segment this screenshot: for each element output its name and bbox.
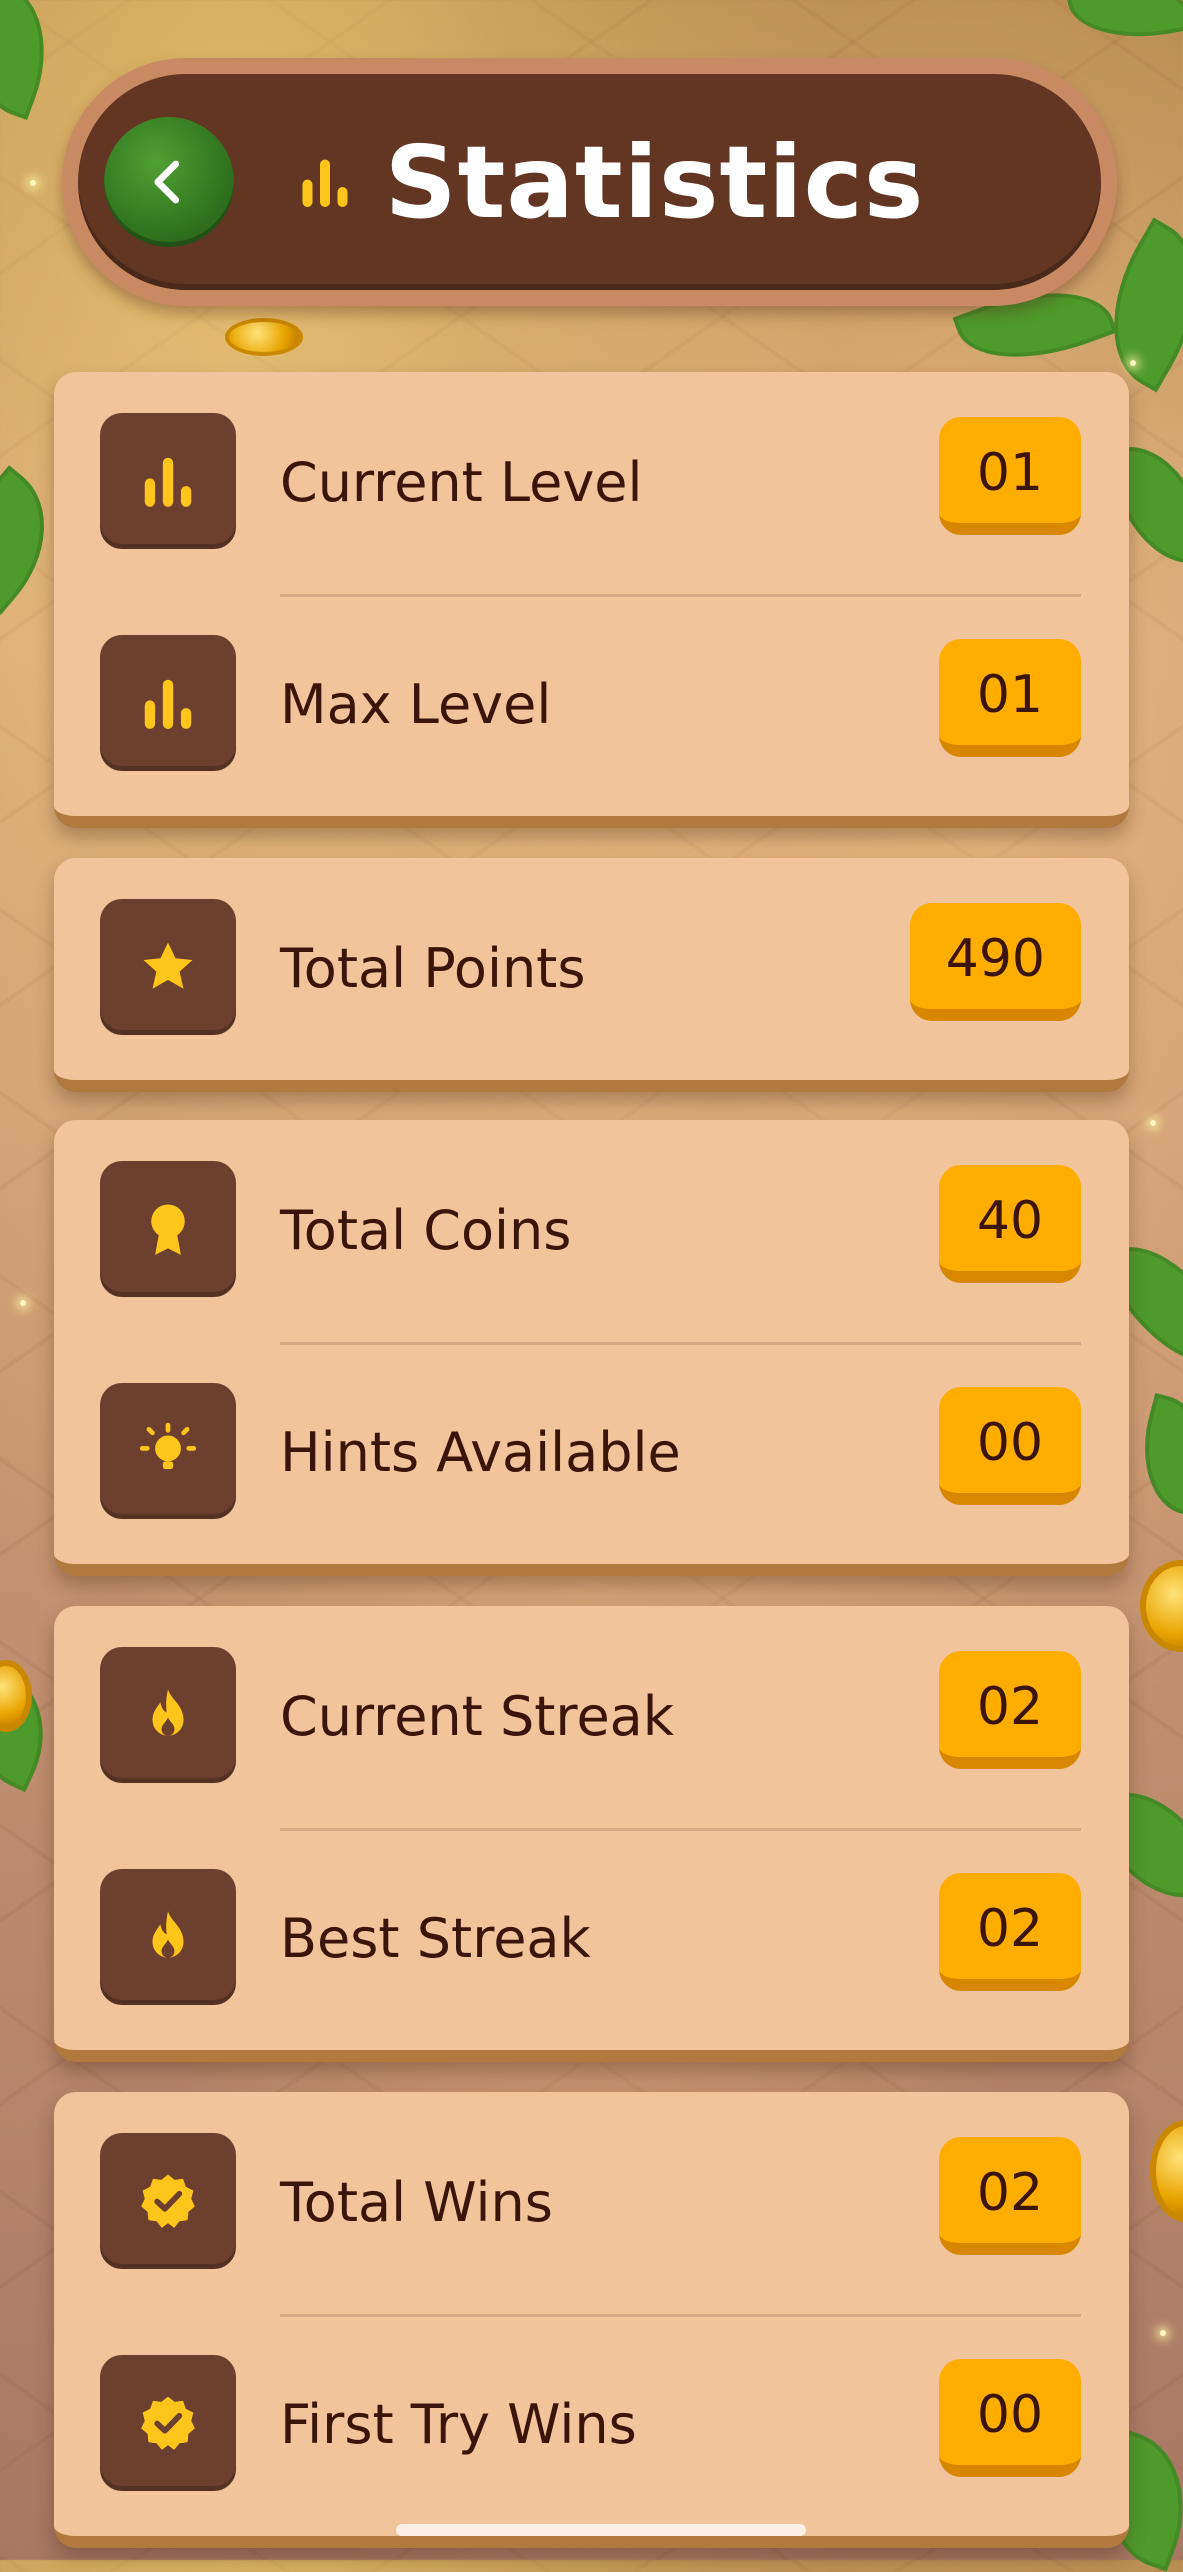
coin-decor [1140,1560,1183,1652]
sparkle-decor [30,180,36,186]
stat-row-first-try-wins: First Try Wins 00 [54,2314,1129,2536]
stat-value-badge: 01 [939,417,1081,535]
stats-card-points: Total Points 490 [54,858,1129,1092]
stat-label: Current Level [280,451,643,514]
stat-label: Total Points [280,937,586,1000]
stat-value-badge: 02 [939,1651,1081,1769]
stat-value-badge: 02 [939,1873,1081,1991]
stat-row-max-level: Max Level 01 [54,594,1129,816]
stat-row-current-level: Current Level 01 [54,372,1129,594]
stat-value-badge: 02 [939,2137,1081,2255]
sparkle-decor [1150,1120,1156,1126]
stat-label: Current Streak [280,1685,675,1748]
stat-row-total-wins: Total Wins 02 [54,2092,1129,2314]
stat-label: Total Wins [280,2171,553,2234]
stat-label: Max Level [280,673,552,736]
stat-icon-box [100,1869,236,2005]
stat-row-total-points: Total Points 490 [54,858,1129,1080]
coin-decor [225,318,303,356]
sparkle-decor [1130,360,1136,366]
verified-badge-icon [141,2174,195,2228]
leaf-decor [0,0,69,121]
lightbulb-icon [139,1422,197,1470]
stat-icon-box [100,635,236,771]
star-icon [143,942,193,989]
stat-value-badge: 00 [939,2359,1081,2477]
stat-value-badge: 40 [939,1165,1081,1283]
page-title: Statistics [384,123,925,241]
stat-icon-box [100,1647,236,1783]
stat-label: Total Coins [280,1199,572,1262]
stat-row-best-streak: Best Streak 02 [54,1828,1129,2050]
stat-row-hints-available: Hints Available 00 [54,1342,1129,1564]
stat-icon-box [100,2133,236,2269]
stats-card-coins-hints: Total Coins 40 Hints Available 00 [54,1120,1129,1576]
stat-row-current-streak: Current Streak 02 [54,1606,1129,1828]
bar-chart-icon [302,159,348,207]
sparkle-decor [1160,2330,1166,2336]
stats-card-streaks: Current Streak 02 Best Streak 02 [54,1606,1129,2062]
stat-label: First Try Wins [280,2393,637,2456]
stat-icon-box [100,899,236,1035]
sparkle-decor [20,1300,26,1306]
header-bar: Statistics [62,58,1117,306]
stats-card-levels: Current Level 01 Max Level 01 [54,372,1129,828]
leaf-decor [1126,1392,1183,1518]
stat-value-badge: 00 [939,1387,1081,1505]
bar-chart-icon [144,457,192,507]
coin-decor [0,1660,32,1732]
flame-icon [152,1911,184,1958]
bar-chart-icon [144,679,192,729]
stat-icon-box [100,1383,236,1519]
stats-card-wins: Total Wins 02 First Try Wins 00 [54,2092,1129,2548]
stat-icon-box [100,1161,236,1297]
stat-row-total-coins: Total Coins 40 [54,1120,1129,1342]
stat-label: Hints Available [280,1421,681,1484]
title-group: Statistics [78,74,1101,290]
coin-decor [1150,2120,1183,2222]
verified-badge-icon [141,2396,195,2450]
home-indicator[interactable] [396,2524,806,2536]
stat-value-badge: 490 [909,903,1081,1021]
flame-icon [152,1689,184,1736]
stat-value-badge: 01 [939,639,1081,757]
header-inner: Statistics [78,74,1101,290]
stat-label: Best Streak [280,1907,591,1970]
stat-icon-box [100,413,236,549]
stat-icon-box [100,2355,236,2491]
leaf-decor [1065,0,1183,50]
medal-icon [151,1204,185,1255]
